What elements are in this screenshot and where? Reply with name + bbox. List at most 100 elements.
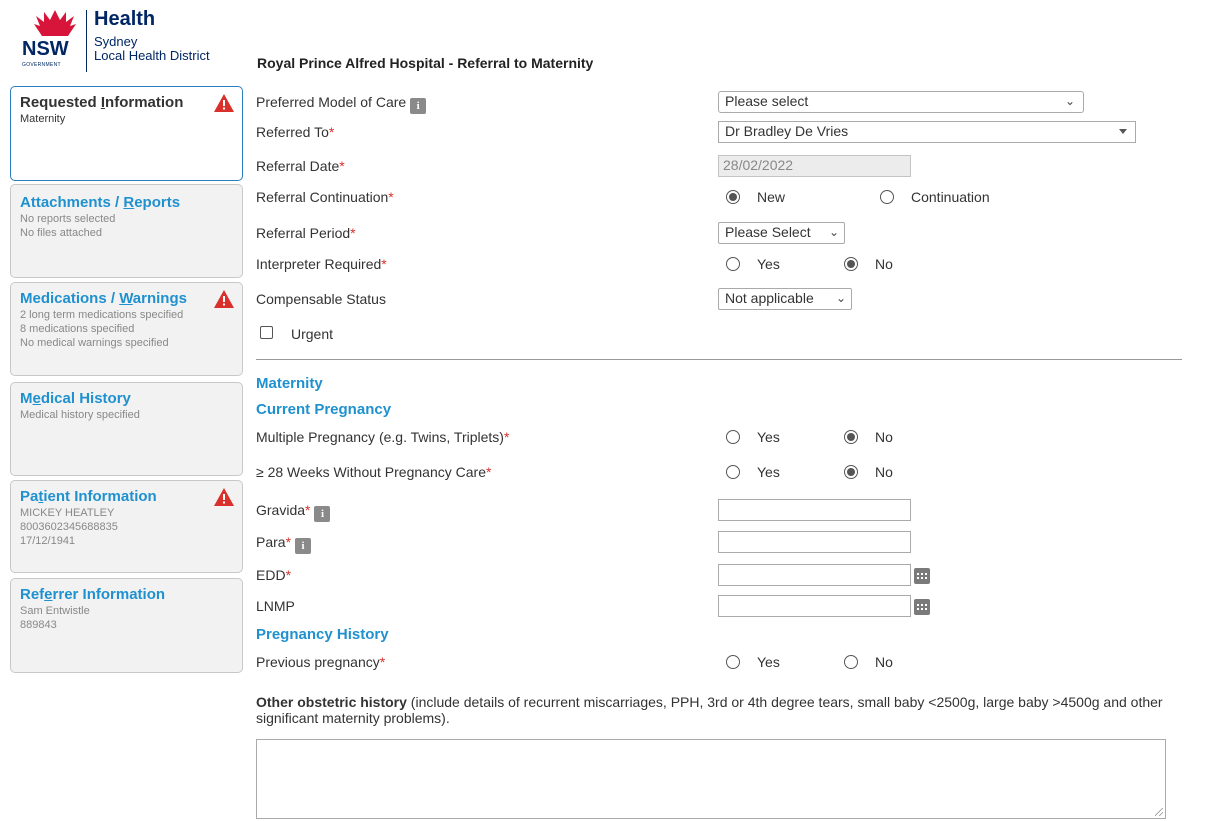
weeks28-no-radio[interactable]: No <box>844 464 893 480</box>
warning-icon <box>214 290 234 308</box>
urgent-checkbox[interactable] <box>260 326 273 339</box>
urgent-label: Urgent <box>291 326 334 342</box>
logo-sydney-text: Sydney <box>94 34 138 49</box>
model-of-care-label: Preferred Model of Care i <box>256 94 427 114</box>
sidebar-item-detail: 8003602345688835 <box>20 521 118 533</box>
sidebar-item-title: Medical History <box>20 390 131 407</box>
sidebar-item-detail: 2 long term medications specified <box>20 309 184 321</box>
gravida-row: Gravida* i <box>256 499 1186 523</box>
compensable-row: Compensable Status Not applicable ⌄ <box>256 288 1186 312</box>
sidebar-item-detail: MICKEY HEATLEY <box>20 507 115 519</box>
edd-label: EDD* <box>256 567 292 583</box>
referral-period-select[interactable]: Please Select ⌄ <box>718 222 845 244</box>
sidebar-item-patient-information[interactable]: Patient Information MICKEY HEATLEY 80036… <box>10 480 243 573</box>
radio-dot <box>726 190 740 204</box>
previous-pregnancy-yes-radio[interactable]: Yes <box>726 654 780 670</box>
chevron-down-icon: ⌄ <box>1064 94 1075 108</box>
warning-icon <box>214 94 234 112</box>
previous-pregnancy-no-radio[interactable]: No <box>844 654 893 670</box>
para-input[interactable] <box>718 531 911 553</box>
interpreter-row: Interpreter Required* Yes No <box>256 253 1186 277</box>
section-current-pregnancy-heading: Current Pregnancy <box>256 401 392 418</box>
resize-grip-icon[interactable] <box>1155 808 1163 816</box>
lnmp-label: LNMP <box>256 598 295 614</box>
referred-to-combobox[interactable]: Dr Bradley De Vries <box>718 121 1136 143</box>
model-of-care-row: Preferred Model of Care i Please select ⌄ <box>256 91 1186 115</box>
multiple-pregnancy-yes-radio[interactable]: Yes <box>726 429 780 445</box>
logo-nsw-text: NSW <box>22 38 69 60</box>
other-obstetric-history-textarea[interactable] <box>256 739 1166 819</box>
compensable-select[interactable]: Not applicable ⌄ <box>718 288 852 310</box>
info-icon[interactable]: i <box>295 538 312 554</box>
radio-dot <box>880 190 894 204</box>
chevron-down-icon: ⌄ <box>828 225 839 239</box>
referral-continuation-row: Referral Continuation* New Continuation <box>256 186 1186 210</box>
radio-dot <box>844 430 858 444</box>
model-of-care-select[interactable]: Please select ⌄ <box>718 91 1084 113</box>
edd-row: EDD* <box>256 564 1186 588</box>
calendar-icon[interactable] <box>914 599 930 615</box>
multiple-pregnancy-label: Multiple Pregnancy (e.g. Twins, Triplets… <box>256 429 510 445</box>
referral-date-field: 28/02/2022 <box>718 155 911 177</box>
continuation-continuation-radio[interactable]: Continuation <box>880 189 990 205</box>
calendar-icon[interactable] <box>914 568 930 584</box>
sidebar-item-detail: No medical warnings specified <box>20 337 169 349</box>
dropdown-arrow-icon <box>1119 129 1127 134</box>
previous-pregnancy-label: Previous pregnancy* <box>256 654 386 670</box>
chevron-down-icon: ⌄ <box>835 291 846 305</box>
continuation-new-radio[interactable]: New <box>726 189 785 205</box>
section-divider <box>256 359 1182 360</box>
sidebar-item-detail: No files attached <box>20 227 102 239</box>
logo-government-text: GOVERNMENT <box>22 62 61 68</box>
nsw-health-logo: NSW GOVERNMENT Health Sydney Local Healt… <box>22 8 252 72</box>
sidebar-item-referrer-information[interactable]: Referrer Information Sam Entwistle 88984… <box>10 578 243 673</box>
sidebar-item-title: Medications / Warnings <box>20 290 187 307</box>
multiple-pregnancy-no-radio[interactable]: No <box>844 429 893 445</box>
radio-dot <box>726 465 740 479</box>
info-icon[interactable]: i <box>314 506 331 522</box>
para-label: Para* i <box>256 534 312 554</box>
radio-dot <box>726 655 740 669</box>
warning-icon <box>214 488 234 506</box>
urgent-row: Urgent <box>256 323 1186 347</box>
logo-lhd-text: Local Health District <box>94 48 210 63</box>
sidebar-item-medical-history[interactable]: Medical History Medical history specifie… <box>10 382 243 476</box>
sidebar-item-title: Requested Information <box>20 94 184 111</box>
weeks28-row: ≥ 28 Weeks Without Pregnancy Care* Yes N… <box>256 461 1186 485</box>
interpreter-no-radio[interactable]: No <box>844 256 893 272</box>
radio-dot <box>844 257 858 271</box>
gravida-input[interactable] <box>718 499 911 521</box>
radio-dot <box>844 655 858 669</box>
gravida-label: Gravida* i <box>256 502 331 522</box>
lnmp-row: LNMP <box>256 595 1186 619</box>
logo-health-text: Health <box>94 8 156 30</box>
sidebar-item-requested-information[interactable]: Requested Information Maternity <box>10 86 243 181</box>
multiple-pregnancy-row: Multiple Pregnancy (e.g. Twins, Triplets… <box>256 426 1186 450</box>
sidebar-item-title: Attachments / Reports <box>20 194 181 211</box>
section-maternity-heading: Maternity <box>256 375 323 392</box>
previous-pregnancy-row: Previous pregnancy* Yes No <box>256 651 1186 675</box>
section-pregnancy-history-heading: Pregnancy History <box>256 626 389 643</box>
radio-dot <box>726 257 740 271</box>
interpreter-yes-radio[interactable]: Yes <box>726 256 780 272</box>
referral-date-label: Referral Date* <box>256 158 345 174</box>
weeks28-label: ≥ 28 Weeks Without Pregnancy Care* <box>256 464 492 480</box>
referral-period-row: Referral Period* Please Select ⌄ <box>256 222 1186 246</box>
sidebar-item-title: Patient Information <box>20 488 157 505</box>
radio-dot <box>726 430 740 444</box>
sidebar-item-detail: 889843 <box>20 619 57 631</box>
weeks28-yes-radio[interactable]: Yes <box>726 464 780 480</box>
sidebar-item-medications-warnings[interactable]: Medications / Warnings 2 long term medic… <box>10 282 243 376</box>
edd-input[interactable] <box>718 564 911 586</box>
referred-to-row: Referred To* Dr Bradley De Vries <box>256 121 1186 145</box>
info-icon[interactable]: i <box>410 98 427 114</box>
sidebar-item-title: Referrer Information <box>20 586 166 603</box>
waratah-icon <box>34 10 76 36</box>
referral-continuation-label: Referral Continuation* <box>256 189 394 205</box>
header: NSW GOVERNMENT Health Sydney Local Healt… <box>0 0 1206 80</box>
lnmp-input[interactable] <box>718 595 911 617</box>
para-row: Para* i <box>256 531 1186 555</box>
sidebar-item-detail: Maternity <box>20 113 66 125</box>
referral-date-row: Referral Date* 28/02/2022 <box>256 155 1186 179</box>
sidebar-item-attachments-reports[interactable]: Attachments / Reports No reports selecte… <box>10 184 243 278</box>
